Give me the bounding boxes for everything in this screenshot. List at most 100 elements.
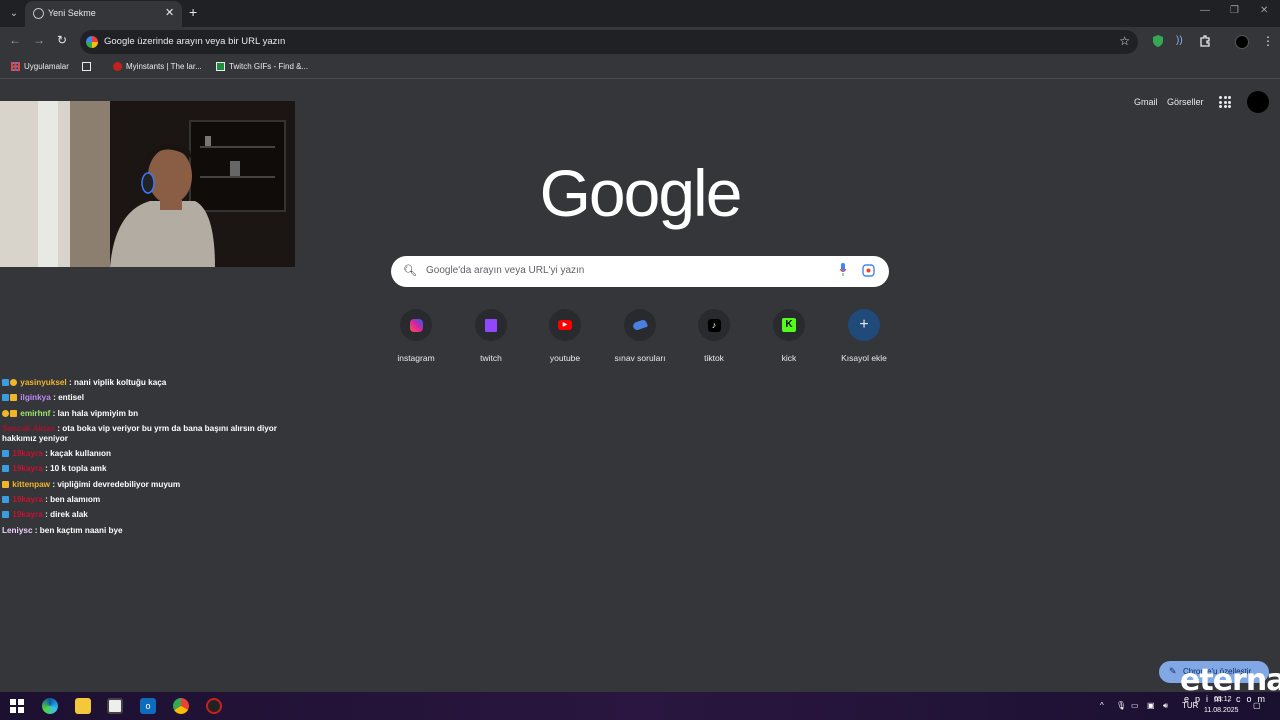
- store-icon[interactable]: [107, 698, 123, 714]
- apps-grid-icon: [11, 62, 20, 71]
- toolbar: ← → ↻ Google üzerinde arayın veya bir UR…: [0, 27, 1280, 57]
- lens-icon[interactable]: [862, 264, 875, 277]
- network-icon[interactable]: ▣: [1147, 701, 1155, 710]
- gmail-link[interactable]: Gmail: [1134, 97, 1158, 107]
- file-explorer-icon[interactable]: [75, 698, 91, 714]
- chat-message: 19kayra : direk alak: [2, 510, 292, 520]
- shortcut-instagram[interactable]: instagram: [381, 309, 451, 363]
- chrome-icon: [33, 8, 44, 19]
- windows-taskbar: o ^ 🎙︎ ▭ ▣ 🔊︎ TUR 03:12 11.08.2025 ▢: [0, 692, 1280, 720]
- chat-text: : entisel: [53, 393, 85, 403]
- webcam-overlay: [0, 101, 295, 267]
- youtube-icon: ▶: [558, 320, 572, 330]
- shortcut-label: sınav soruları: [614, 353, 666, 363]
- shortcut-sinav-sorulari[interactable]: sınav soruları: [605, 309, 675, 363]
- chat-message: Sancak Aktas : ota boka vip veriyor bu y…: [2, 424, 292, 444]
- address-text: Google üzerinde arayın veya bir URL yazı…: [104, 36, 286, 47]
- window-close-icon[interactable]: ✕: [1260, 5, 1268, 16]
- page-icon: [216, 62, 225, 71]
- kick-icon: K: [782, 318, 796, 332]
- display-tray-icon[interactable]: ▭: [1131, 701, 1139, 710]
- chat-user: 19kayra: [12, 464, 43, 474]
- shortcut-label: Kısayol ekle: [841, 353, 887, 363]
- google-apps-icon[interactable]: [1219, 96, 1231, 108]
- address-bar[interactable]: Google üzerinde arayın veya bir URL yazı…: [80, 30, 1138, 54]
- myinstants-icon: [113, 62, 122, 71]
- webcam-image: [0, 101, 295, 267]
- chat-message: 19kayra : ben alamıom: [2, 495, 292, 505]
- sinav-icon: [632, 318, 648, 332]
- chat-text: : ben kaçtım naani bye: [34, 525, 123, 535]
- chat-message: Leniysc : ben kaçtım naani bye: [2, 526, 292, 536]
- back-icon[interactable]: ←: [9, 33, 21, 47]
- bookmark-grid[interactable]: [82, 62, 91, 71]
- chat-message: 19kayra : kaçak kullanıon: [2, 449, 292, 459]
- chat-text: : lan hala vipmiyim bn: [52, 408, 139, 418]
- search-input[interactable]: Google'da arayın veya URL'yi yazın: [426, 265, 584, 276]
- chat-text: : ben alamıom: [45, 495, 101, 505]
- stream-chat: yasinyuksel : nani viplik koltuğu kaça i…: [2, 378, 292, 541]
- minimize-icon[interactable]: —: [1200, 5, 1210, 16]
- shield-extension-icon[interactable]: [1151, 34, 1165, 48]
- forward-icon[interactable]: →: [33, 33, 45, 47]
- chevron-up-icon[interactable]: ^: [1100, 701, 1104, 710]
- chat-user: kittenpaw: [12, 479, 51, 489]
- bookmark-myinstants[interactable]: Myinstants | The lar...: [113, 62, 202, 71]
- chat-text: : 10 k topla amk: [45, 464, 107, 474]
- clock-date[interactable]: 11.08.2025: [1204, 707, 1239, 714]
- add-shortcut-button[interactable]: + Kısayol ekle: [829, 309, 899, 363]
- mic-tray-icon[interactable]: 🎙︎: [1116, 701, 1126, 710]
- chat-user: 19kayra: [12, 495, 43, 505]
- tab-title: Yeni Sekme: [48, 8, 96, 18]
- bookmark-twitch-gifs[interactable]: Twitch GIFs - Find &...: [216, 62, 308, 71]
- bookmark-apps[interactable]: Uygulamalar: [11, 62, 69, 71]
- menu-icon[interactable]: ⋮: [1262, 34, 1274, 48]
- edge-icon[interactable]: [42, 698, 58, 714]
- chat-message: emirhnf : lan hala vipmiyim bn: [2, 409, 292, 419]
- chat-user: emirhnf: [20, 408, 51, 418]
- chat-user: yasinyuksel: [20, 378, 67, 387]
- chat-message: kittenpaw : vipliğimi devredebiliyor muy…: [2, 480, 292, 490]
- tiktok-icon: ♪: [707, 318, 721, 332]
- windows-start-icon[interactable]: [9, 698, 25, 714]
- chat-message: yasinyuksel : nani viplik koltuğu kaça: [2, 378, 292, 388]
- new-tab-page: Gmail Görseller Google 🔍︎ Google'da aray…: [0, 80, 1280, 692]
- reload-icon[interactable]: ↻: [57, 33, 67, 47]
- shortcut-twitch[interactable]: twitch: [456, 309, 526, 363]
- profile-avatar[interactable]: [1235, 35, 1249, 49]
- twitch-icon: [485, 318, 497, 332]
- google-icon: [86, 36, 98, 48]
- bookmark-star-icon[interactable]: ☆: [1119, 34, 1130, 48]
- search-box[interactable]: 🔍︎ Google'da arayın veya URL'yi yazın: [391, 256, 889, 287]
- pencil-icon: ✎: [1169, 666, 1177, 676]
- plus-icon: +: [859, 316, 869, 333]
- chat-message: 19kayra : 10 k topla amk: [2, 464, 292, 474]
- audio-extension-icon[interactable]: )): [1176, 35, 1190, 49]
- volume-icon[interactable]: 🔊︎: [1163, 701, 1168, 711]
- chat-text: : vipliğimi devredebiliyor muyum: [52, 479, 181, 489]
- close-icon[interactable]: ✕: [165, 6, 174, 19]
- restore-icon[interactable]: ❐: [1230, 5, 1239, 16]
- chat-user: 19kayra: [12, 449, 43, 459]
- outlook-icon[interactable]: o: [140, 698, 156, 714]
- shortcut-label: twitch: [480, 353, 502, 363]
- tab-new-tab[interactable]: Yeni Sekme ✕: [25, 1, 182, 27]
- images-link[interactable]: Görseller: [1167, 97, 1204, 107]
- account-avatar[interactable]: [1247, 91, 1269, 113]
- watermark-logo: eternal: [1180, 663, 1280, 698]
- shortcut-kick[interactable]: K kick: [754, 309, 824, 363]
- chrome-taskbar-icon[interactable]: [173, 698, 189, 714]
- search-icon: 🔍︎: [403, 265, 417, 277]
- chat-text: : kaçak kullanıon: [45, 449, 112, 459]
- shortcut-label: tiktok: [704, 353, 724, 363]
- microphone-icon[interactable]: [839, 263, 847, 277]
- obs-icon[interactable]: [206, 698, 222, 714]
- shortcut-youtube[interactable]: ▶ youtube: [530, 309, 600, 363]
- tab-search-icon[interactable]: ⌄: [4, 4, 24, 24]
- bookmark-label: Myinstants | The lar...: [126, 62, 202, 71]
- shortcut-tiktok[interactable]: ♪ tiktok: [679, 309, 749, 363]
- google-logo: Google: [539, 156, 743, 230]
- puzzle-extensions-icon[interactable]: [1198, 34, 1212, 48]
- shortcut-label: kick: [781, 353, 797, 363]
- new-tab-button[interactable]: +: [189, 4, 197, 20]
